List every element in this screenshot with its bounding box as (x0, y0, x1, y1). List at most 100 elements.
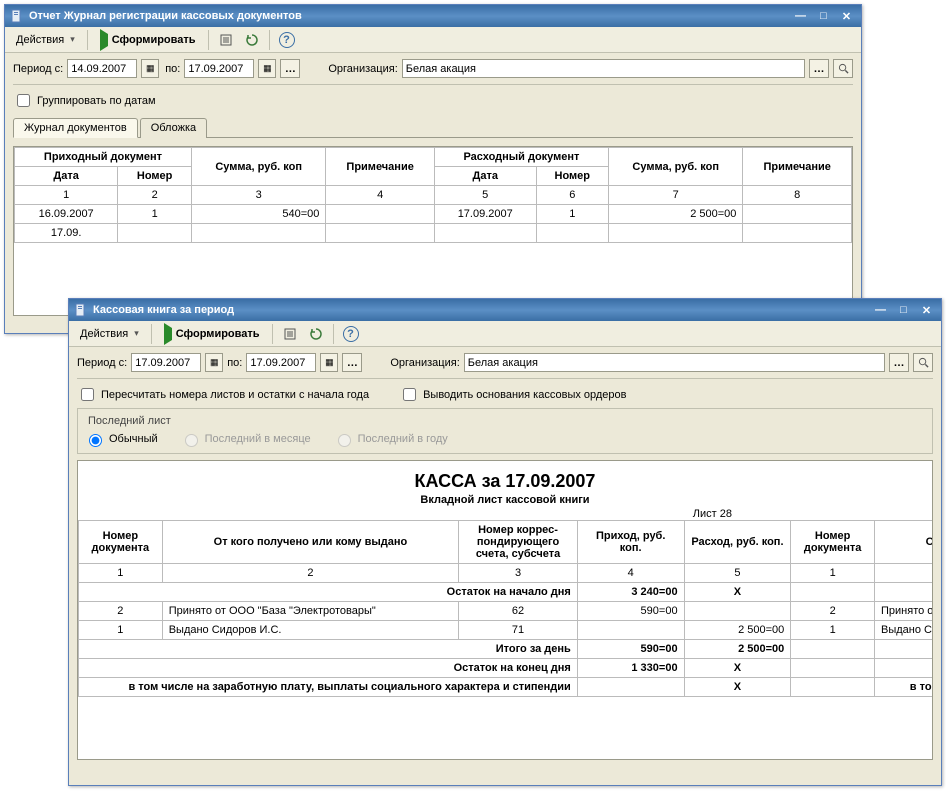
settings-icon[interactable] (278, 323, 302, 345)
refresh-icon[interactable] (304, 323, 328, 345)
period-from-label: Период с: (13, 63, 63, 75)
date-to-input[interactable] (246, 353, 316, 372)
calendar-icon[interactable]: ▦ (320, 353, 338, 372)
colnum: 2 (118, 186, 192, 205)
th-from2: От кого (875, 521, 934, 564)
org-input[interactable] (464, 353, 885, 372)
org-input[interactable] (402, 59, 805, 78)
period-ellipsis[interactable]: … (280, 59, 300, 78)
maximize-button[interactable]: □ (813, 7, 834, 25)
last-sheet-fieldset: Последний лист Обычный Последний в месяц… (77, 408, 933, 454)
colnum: 2 (162, 564, 459, 583)
journal-grid[interactable]: Приходный документ Сумма, руб. коп Приме… (13, 146, 853, 316)
maximize-button[interactable]: □ (893, 301, 914, 319)
th-amount: Сумма, руб. коп (191, 148, 325, 186)
actions-menu[interactable]: Действия (9, 29, 82, 51)
close-button[interactable]: ✕ (916, 301, 937, 319)
th-amount2: Сумма, руб. коп (609, 148, 743, 186)
th-from: От кого получено или кому выдано (162, 521, 459, 564)
sheet-number: Лист 28 (78, 508, 932, 520)
period-to-label: по: (165, 63, 180, 75)
date-from-input[interactable] (131, 353, 201, 372)
play-icon (100, 34, 108, 46)
date-from-input[interactable] (67, 59, 137, 78)
tab-journal[interactable]: Журнал документов (13, 118, 138, 138)
calendar-icon[interactable]: ▦ (141, 59, 159, 78)
toolbar: Действия Сформировать ? (69, 321, 941, 347)
org-ellipsis[interactable]: … (809, 59, 829, 78)
org-search-icon[interactable] (913, 353, 933, 372)
colnum: 5 (434, 186, 536, 205)
th-number: Номер (118, 167, 192, 186)
closing-balance-row: Остаток на конец дня 1 330=00 X (79, 659, 934, 678)
radio-month: Последний в месяце (180, 431, 311, 447)
period-from-label: Период с: (77, 357, 127, 369)
table-row[interactable]: 17.09. (15, 224, 852, 243)
calendar-icon[interactable]: ▦ (258, 59, 276, 78)
toolbar: Действия Сформировать ? (5, 27, 861, 53)
table-row[interactable]: 16.09.2007 1 540=00 17.09.2007 1 2 500=0… (15, 205, 852, 224)
colnum: 4 (326, 186, 435, 205)
th-docnum2: Номер документа (791, 521, 875, 564)
report-icon (73, 302, 89, 318)
actions-menu[interactable]: Действия (73, 323, 146, 345)
recount-checkbox[interactable]: Пересчитать номера листов и остатки с на… (77, 385, 369, 404)
org-ellipsis[interactable]: … (889, 353, 909, 372)
period-to-label: по: (227, 357, 242, 369)
doc-subtitle: Вкладной лист кассовой книги (78, 494, 932, 506)
generate-button[interactable]: Сформировать (93, 29, 203, 51)
minimize-button[interactable]: — (870, 301, 891, 319)
colnum: 7 (609, 186, 743, 205)
colnum: 3 (191, 186, 325, 205)
colnum: 1 (15, 186, 118, 205)
opening-balance-row: Остаток на начало дня 3 240=00 X (79, 583, 934, 602)
cashbook-grid[interactable]: КАССА за 17.09.2007 Вкладной лист кассов… (77, 460, 933, 760)
colnum: 6 (536, 186, 608, 205)
th-docnum: Номер документа (79, 521, 163, 564)
report-icon (9, 8, 25, 24)
settings-icon[interactable] (214, 29, 238, 51)
window-title: Отчет Журнал регистрации кассовых докуме… (29, 10, 788, 22)
org-search-icon[interactable] (833, 59, 853, 78)
th-note2: Примечание (743, 148, 852, 186)
calendar-icon[interactable]: ▦ (205, 353, 223, 372)
colnum: 5 (684, 564, 791, 583)
table-row[interactable]: 2 Принято от ООО "База "Электротовары" 6… (79, 602, 934, 621)
table-row[interactable]: 1 Выдано Сидоров И.С. 71 2 500=00 1 Выда… (79, 621, 934, 640)
generate-button[interactable]: Сформировать (157, 323, 267, 345)
help-button[interactable]: ? (275, 29, 299, 51)
titlebar[interactable]: Кассовая книга за период — □ ✕ (69, 299, 941, 321)
th-expense-doc: Расходный документ (434, 148, 608, 167)
th-number2: Номер (536, 167, 608, 186)
colnum (875, 564, 934, 583)
org-label: Организация: (328, 63, 397, 75)
radio-normal[interactable]: Обычный (84, 431, 158, 447)
tabs: Журнал документов Обложка (13, 118, 853, 138)
window-title: Кассовая книга за период (93, 304, 868, 316)
colnum: 3 (459, 564, 578, 583)
titlebar[interactable]: Отчет Журнал регистрации кассовых докуме… (5, 5, 861, 27)
th-rashod: Расход, руб. коп. (684, 521, 791, 564)
help-icon: ? (343, 326, 359, 342)
play-icon (164, 328, 172, 340)
th-prihod: Приход, руб. коп. (577, 521, 684, 564)
doc-title: КАССА за 17.09.2007 (78, 471, 932, 492)
radio-year: Последний в году (333, 431, 448, 447)
th-note: Примечание (326, 148, 435, 186)
date-to-input[interactable] (184, 59, 254, 78)
fieldset-legend: Последний лист (84, 415, 175, 427)
group-by-dates-checkbox[interactable]: Группировать по датам (13, 91, 156, 110)
refresh-icon[interactable] (240, 29, 264, 51)
report-journal-window: Отчет Журнал регистрации кассовых докуме… (4, 4, 862, 334)
colnum: 1 (791, 564, 875, 583)
close-button[interactable]: ✕ (836, 7, 857, 25)
period-ellipsis[interactable]: … (342, 353, 362, 372)
salary-row: в том числе на заработную плату, выплаты… (79, 678, 934, 697)
th-date: Дата (15, 167, 118, 186)
tab-cover[interactable]: Обложка (140, 118, 207, 138)
help-button[interactable]: ? (339, 323, 363, 345)
colnum: 8 (743, 186, 852, 205)
minimize-button[interactable]: — (790, 7, 811, 25)
print-basis-checkbox[interactable]: Выводить основания кассовых ордеров (399, 385, 626, 404)
total-row: Итого за день 590=00 2 500=00 (79, 640, 934, 659)
